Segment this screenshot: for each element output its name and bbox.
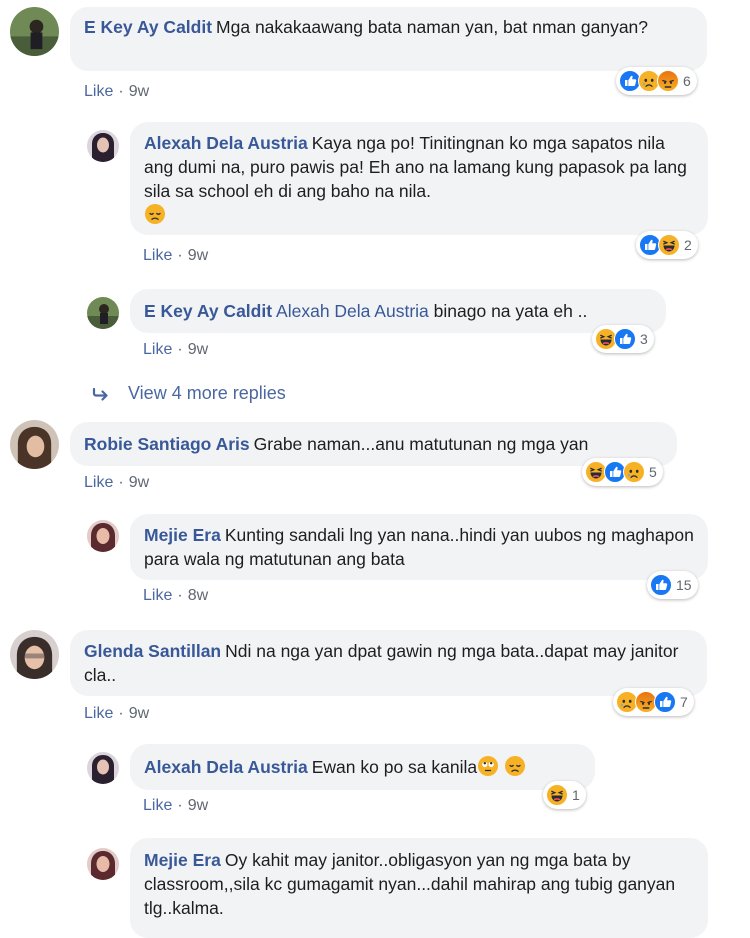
reaction-summary[interactable]: 5 <box>582 458 663 486</box>
comment-bubble: Alexah Dela Austria Ewan ko po sa kanila <box>130 744 595 790</box>
reaction-summary[interactable]: 2 <box>636 231 698 259</box>
comment-text: Kunting sandali lng yan nana..hindi yan … <box>144 525 694 569</box>
comment-author[interactable]: Alexah Dela Austria <box>144 757 308 777</box>
avatar[interactable] <box>10 420 59 469</box>
comment-meta: Like · 8w <box>143 587 209 604</box>
like-button[interactable]: Like <box>84 83 113 100</box>
comment-meta: Like · 9w <box>84 705 150 722</box>
like-button[interactable]: Like <box>143 341 172 358</box>
eye-roll-face-icon <box>477 755 499 777</box>
comment-meta: Like · 9w <box>84 83 150 100</box>
like-icon <box>650 574 672 596</box>
comment-text: binago na yata eh .. <box>433 301 588 321</box>
reaction-count: 7 <box>680 694 688 710</box>
comment-bubble: E Key Ay Caldit Alexah Dela Austria binag… <box>130 289 666 333</box>
comment-author[interactable]: Glenda Santillan <box>84 641 221 661</box>
comment-author[interactable]: Mejie Era <box>144 525 221 545</box>
comment-bubble: Mejie Era Oy kahit may janitor..obligasyo… <box>130 838 708 938</box>
comment-meta: Like · 9w <box>143 797 209 814</box>
like-button[interactable]: Like <box>143 247 172 264</box>
view-more-replies-link[interactable]: View 4 more replies <box>92 383 286 404</box>
angry-icon <box>657 70 679 92</box>
reaction-count: 2 <box>684 237 692 253</box>
timestamp[interactable]: 8w <box>188 587 208 604</box>
reaction-summary[interactable]: 15 <box>647 571 698 599</box>
avatar[interactable] <box>87 520 119 552</box>
reaction-count: 6 <box>683 73 691 89</box>
comment-text: Ewan ko po sa kanila <box>311 757 478 777</box>
view-more-replies-label: View 4 more replies <box>128 383 286 403</box>
comment-author[interactable]: E Key Ay Caldit <box>84 17 212 37</box>
like-button[interactable]: Like <box>84 474 113 491</box>
mention-link[interactable]: Alexah Dela Austria <box>276 301 429 321</box>
comment-author[interactable]: Mejie Era <box>144 850 221 870</box>
reaction-count: 5 <box>649 464 657 480</box>
comment-author[interactable]: E Key Ay Caldit <box>144 301 272 321</box>
comment-author[interactable]: Alexah Dela Austria <box>144 133 308 153</box>
timestamp[interactable]: 9w <box>188 247 208 264</box>
timestamp[interactable]: 9w <box>129 83 149 100</box>
reaction-count: 3 <box>640 331 648 347</box>
comment-text: Mga nakakaawang bata naman yan, bat nman… <box>216 17 649 37</box>
comment-author[interactable]: Robie Santiago Aris <box>84 434 250 454</box>
comment-bubble: Glenda Santillan Ndi na nga yan dpat gawi… <box>70 630 707 696</box>
reaction-summary[interactable]: 6 <box>616 67 697 95</box>
comment-text: Oy kahit may janitor..obligasyon yan ng … <box>144 850 676 918</box>
avatar[interactable] <box>87 130 119 162</box>
avatar[interactable] <box>87 297 119 329</box>
like-icon <box>654 691 676 713</box>
avatar[interactable] <box>87 752 119 784</box>
sad-icon <box>623 461 645 483</box>
comment-bubble: E Key Ay Caldit Mga nakakaawang bata nama… <box>70 7 707 71</box>
avatar[interactable] <box>10 630 59 679</box>
reaction-count: 15 <box>676 577 692 593</box>
avatar[interactable] <box>10 7 59 56</box>
comment-bubble: Robie Santiago Aris Grabe naman...anu mat… <box>70 422 677 466</box>
timestamp[interactable]: 9w <box>129 474 149 491</box>
comment-text: Grabe naman...anu matutunan ng mga yan <box>253 434 589 454</box>
comment-meta: Like · 9w <box>143 341 209 358</box>
reaction-summary[interactable]: 3 <box>592 325 654 353</box>
like-icon <box>614 328 636 350</box>
timestamp[interactable]: 9w <box>188 797 208 814</box>
like-button[interactable]: Like <box>84 705 113 722</box>
avatar[interactable] <box>87 848 119 880</box>
comment-meta: Like · 9w <box>84 474 150 491</box>
comment-bubble: Alexah Dela Austria Kaya nga po! Tiniting… <box>130 122 708 235</box>
haha-icon <box>546 784 568 806</box>
like-button[interactable]: Like <box>143 587 172 604</box>
disappointed-face-icon <box>504 755 526 777</box>
comment-meta: Like · 9w <box>143 247 209 264</box>
reaction-count: 1 <box>572 787 580 803</box>
timestamp[interactable]: 9w <box>129 705 149 722</box>
like-button[interactable]: Like <box>143 797 172 814</box>
reaction-summary[interactable]: 1 <box>543 781 586 809</box>
comment-bubble: Mejie Era Kunting sandali lng yan nana..h… <box>130 514 708 580</box>
reaction-summary[interactable]: 7 <box>613 688 694 716</box>
reply-arrow-icon <box>92 387 108 401</box>
haha-icon <box>658 234 680 256</box>
timestamp[interactable]: 9w <box>188 341 208 358</box>
disappointed-face-icon <box>144 203 166 225</box>
